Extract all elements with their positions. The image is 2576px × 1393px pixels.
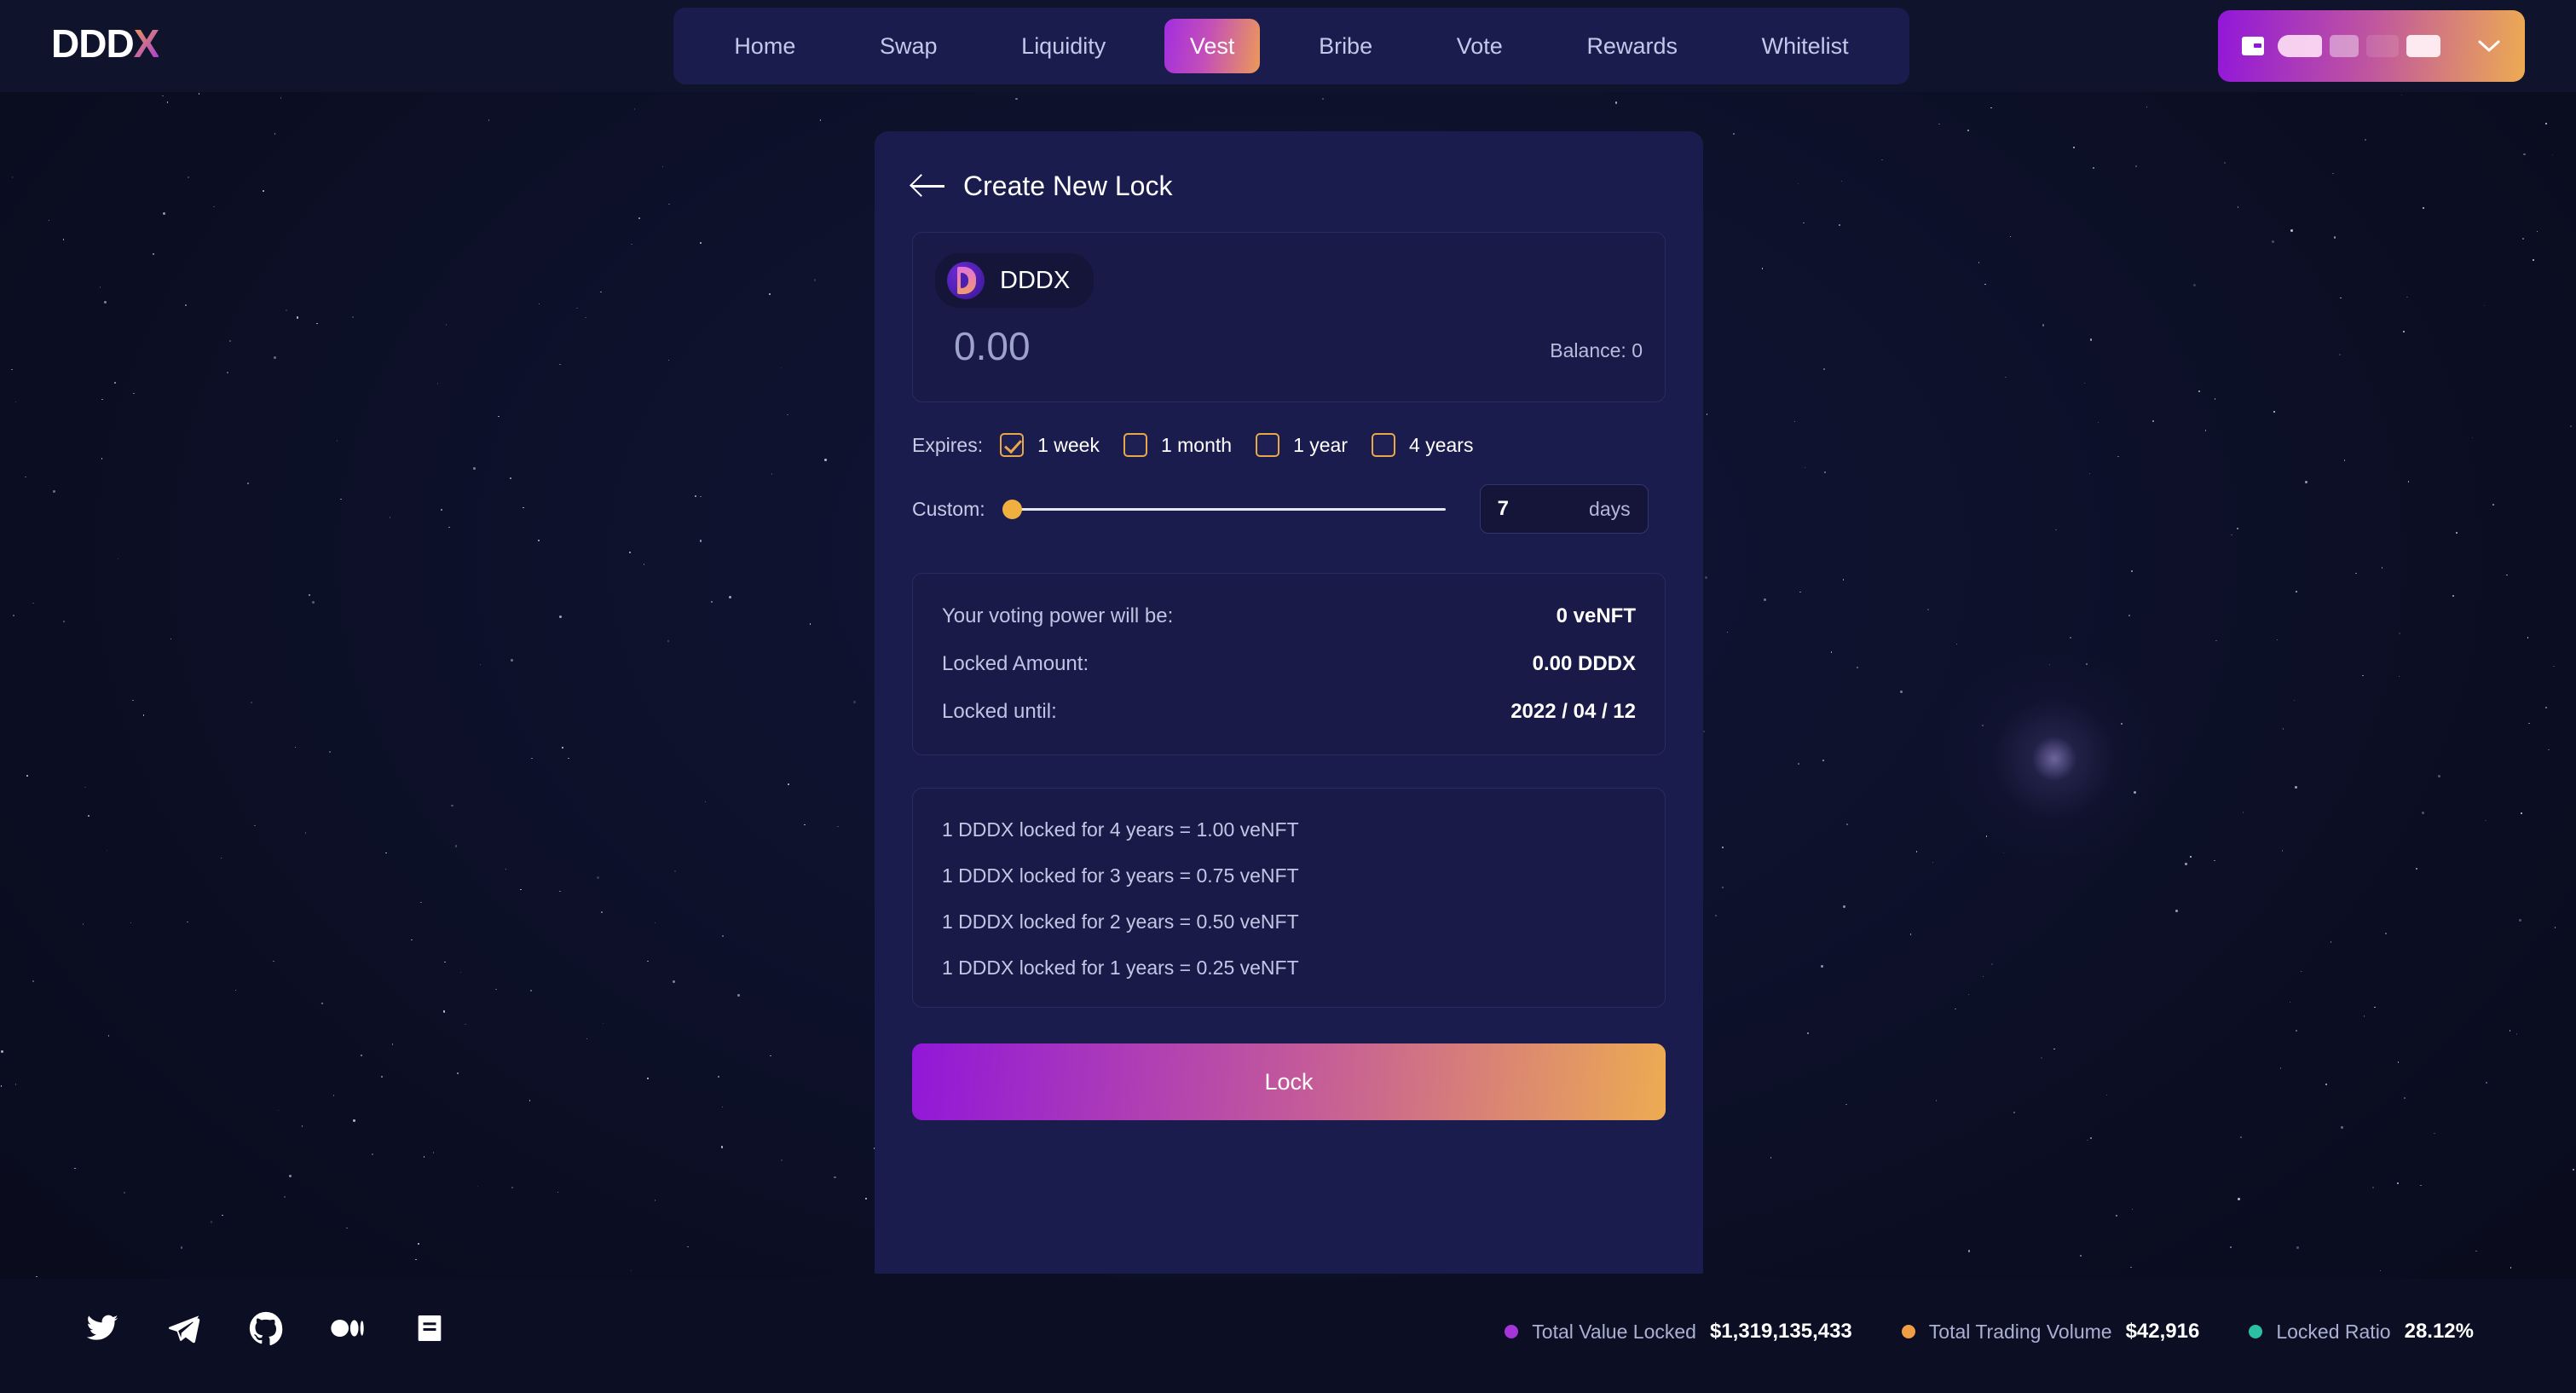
logo-text-accent: X <box>133 21 160 66</box>
nav-item-home[interactable]: Home <box>708 19 821 73</box>
status-dot-icon <box>1901 1325 1915 1338</box>
github-icon[interactable] <box>249 1311 283 1346</box>
logo-text-main: DDD <box>51 21 135 66</box>
stat-item: Total Value Locked $1,319,135,433 <box>1505 1320 1852 1344</box>
wallet-address-masked <box>2278 35 2463 57</box>
custom-label: Custom: <box>912 498 985 520</box>
nav-item-whitelist[interactable]: Whitelist <box>1736 19 1874 73</box>
nav-item-bribe[interactable]: Bribe <box>1293 19 1398 73</box>
telegram-icon[interactable] <box>167 1311 201 1345</box>
days-input[interactable]: 7 days <box>1479 484 1649 534</box>
summary-key: Your voting power will be: <box>942 604 1174 627</box>
stat-value: $42,916 <box>2125 1320 2200 1343</box>
summary-key: Locked Amount: <box>942 652 1089 675</box>
dddx-token-icon <box>947 262 985 299</box>
rate-row: 1 DDDX locked for 1 years = 0.25 veNFT <box>942 957 1299 979</box>
checkbox-icon[interactable] <box>1256 433 1280 457</box>
app-logo[interactable]: DDDX <box>51 19 159 68</box>
status-dot-icon <box>2249 1325 2263 1338</box>
days-unit-label: days <box>1589 498 1631 520</box>
stat-item: Locked Ratio 28.12% <box>2249 1320 2474 1344</box>
expiry-option-1-year[interactable]: 1 year <box>1256 433 1348 457</box>
wallet-connect-button[interactable] <box>2218 10 2525 82</box>
stat-label: Locked Ratio <box>2276 1321 2391 1343</box>
twitter-icon[interactable] <box>85 1311 119 1345</box>
summary-value: 2022 / 04 / 12 <box>1510 700 1636 723</box>
social-links <box>85 1311 447 1346</box>
slider-thumb[interactable] <box>1002 500 1022 519</box>
nav-item-swap[interactable]: Swap <box>854 19 963 73</box>
rate-row: 1 DDDX locked for 4 years = 1.00 veNFT <box>942 818 1299 841</box>
checkbox-icon[interactable] <box>1372 433 1396 457</box>
status-dot-icon <box>1505 1325 1519 1338</box>
address-mask-block <box>2366 35 2399 57</box>
expiry-option-label: 1 year <box>1293 434 1349 456</box>
address-mask-block <box>2278 35 2322 57</box>
medium-icon[interactable] <box>331 1311 365 1345</box>
expiry-option-4-years[interactable]: 4 years <box>1372 433 1473 457</box>
nav-item-liquidity[interactable]: Liquidity <box>996 19 1131 73</box>
arrow-left-icon[interactable] <box>912 173 944 199</box>
lock-summary-panel: Your voting power will be: 0 veNFT Locked … <box>912 573 1666 755</box>
days-input-value: 7 <box>1497 497 1509 520</box>
top-navigation-bar: DDDX Home Swap Liquidity Vest Bribe Vote Rewar… <box>0 0 2576 92</box>
token-symbol-label: DDDX <box>1000 267 1071 294</box>
expiry-option-1-month[interactable]: 1 month <box>1123 433 1232 457</box>
address-mask-block <box>2330 35 2359 57</box>
amount-input[interactable]: 0.00 <box>954 323 1031 369</box>
stat-value: 28.12% <box>2404 1320 2474 1343</box>
slider-track <box>1012 508 1446 511</box>
expiry-option-label: 1 month <box>1160 434 1233 456</box>
chevron-down-icon[interactable] <box>2477 35 2501 57</box>
token-selector[interactable]: DDDX <box>935 253 1095 308</box>
rate-row: 1 DDDX locked for 2 years = 0.50 veNFT <box>942 910 1299 933</box>
card-header: Create New Lock <box>875 131 1703 203</box>
summary-key: Locked until: <box>942 700 1057 723</box>
expiry-option-label: 1 week <box>1037 434 1100 456</box>
stat-label: Total Value Locked <box>1532 1321 1696 1343</box>
summary-row: Your voting power will be: 0 veNFT <box>942 603 1636 630</box>
docs-icon[interactable] <box>413 1311 447 1345</box>
nav-item-vote[interactable]: Vote <box>1431 19 1528 73</box>
page-title: Create New Lock <box>963 171 1173 201</box>
expiry-option-1-week[interactable]: 1 week <box>1000 433 1100 457</box>
nav-item-vest[interactable]: Vest <box>1164 19 1261 73</box>
footer-stats: Total Value Locked $1,319,135,433 Total Tr… <box>1505 1320 2474 1344</box>
summary-row: Locked until: 2022 / 04 / 12 <box>942 698 1636 725</box>
main-nav: Home Swap Liquidity Vest Bribe Vote Rewards Whi… <box>673 8 1909 84</box>
lock-button[interactable]: Lock <box>912 1043 1666 1120</box>
summary-value: 0.00 DDDX <box>1532 652 1636 675</box>
wallet-icon <box>2242 37 2264 55</box>
create-lock-card: Create New Lock DDDX 0.00 Balance: 0 Exp… <box>875 131 1703 1274</box>
expiry-option-label: 4 years <box>1409 434 1474 456</box>
expiry-options-row: Expires: 1 week 1 month 1 year 4 years <box>912 433 1666 457</box>
duration-slider[interactable] <box>1002 494 1446 523</box>
footer-bar: Total Value Locked $1,319,135,433 Total Tr… <box>0 1279 2576 1393</box>
rate-row: 1 DDDX locked for 3 years = 0.75 veNFT <box>942 864 1299 887</box>
stat-label: Total Trading Volume <box>1928 1321 2112 1343</box>
amount-input-panel: DDDX 0.00 Balance: 0 <box>912 232 1666 402</box>
summary-row: Locked Amount: 0.00 DDDX <box>942 650 1636 678</box>
stat-item: Total Trading Volume $42,916 <box>1901 1320 2200 1344</box>
expires-label: Expires: <box>912 434 984 456</box>
nav-item-rewards[interactable]: Rewards <box>1561 19 1703 73</box>
checkbox-icon[interactable] <box>1123 433 1147 457</box>
stat-value: $1,319,135,433 <box>1709 1320 1852 1343</box>
custom-duration-row: Custom: 7 days <box>912 484 1666 534</box>
address-mask-block <box>2406 35 2440 57</box>
lock-rates-panel: 1 DDDX locked for 4 years = 1.00 veNFT 1 … <box>912 788 1666 1008</box>
balance-label: Balance: 0 <box>1550 339 1643 361</box>
summary-value: 0 veNFT <box>1556 604 1636 627</box>
checkbox-checked-icon[interactable] <box>1000 433 1025 457</box>
